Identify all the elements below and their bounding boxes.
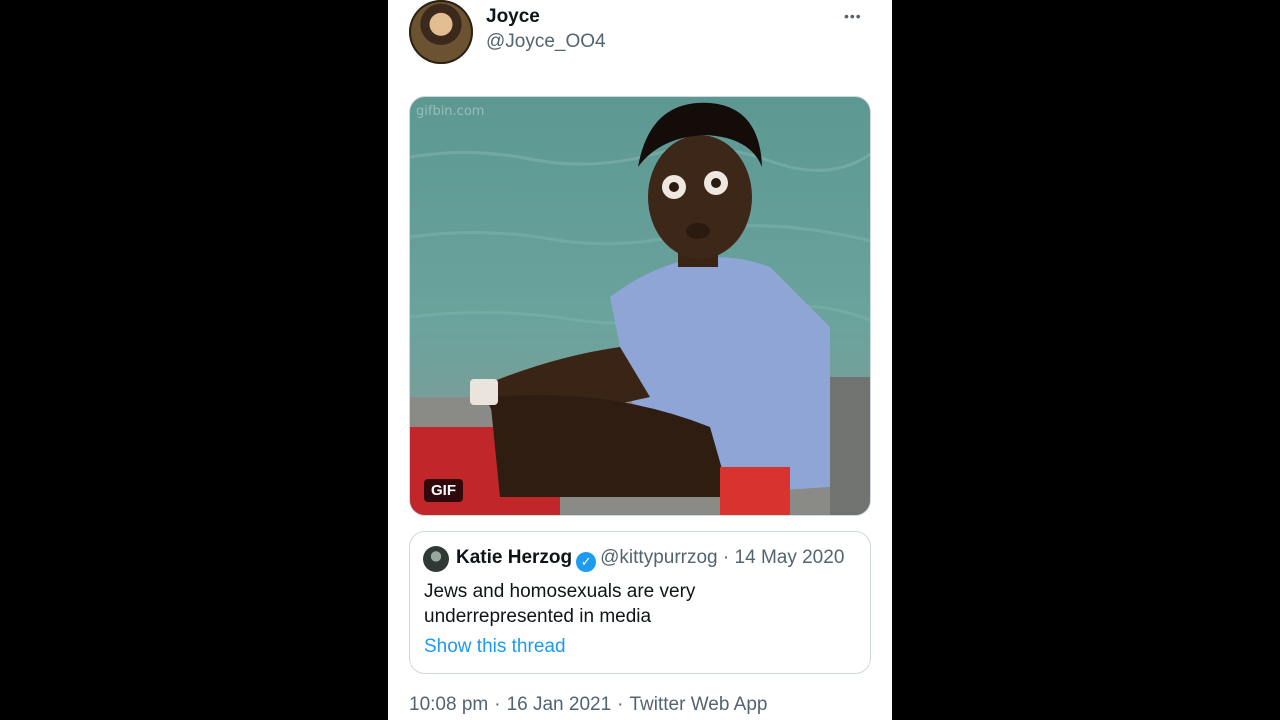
- more-options-icon[interactable]: •••: [844, 8, 862, 24]
- quoted-author-avatar[interactable]: [423, 546, 449, 572]
- tweet-date[interactable]: 16 Jan 2021: [507, 694, 612, 715]
- tweet-metadata: 10:08 pm · 16 Jan 2021 · Twitter Web App: [409, 694, 767, 716]
- gif-badge: GIF: [424, 479, 463, 502]
- tweet-card: Joyce @Joyce_OO4 ••• gifbin.com GIF Kati…: [388, 0, 892, 720]
- quoted-separator: ·: [722, 547, 730, 568]
- quoted-tweet[interactable]: Katie Herzog ✓ @kittypurrzog · 14 May 2020…: [409, 531, 871, 674]
- meta-separator: ·: [494, 694, 501, 715]
- watermark: gifbin.com: [416, 104, 484, 119]
- author-name[interactable]: Joyce: [486, 6, 540, 28]
- quoted-author-name[interactable]: Katie Herzog: [456, 547, 572, 568]
- quoted-author-handle[interactable]: @kittypurrzog: [600, 547, 718, 568]
- meta-separator: ·: [617, 694, 624, 715]
- quoted-date[interactable]: 14 May 2020: [735, 547, 845, 568]
- quoted-text: Jews and homosexuals are very underrepre…: [424, 581, 696, 627]
- author-handle[interactable]: @Joyce_OO4: [486, 31, 606, 53]
- author-avatar[interactable]: [409, 0, 473, 64]
- quoted-header: Katie Herzog ✓ @kittypurrzog · 14 May 2020: [456, 547, 844, 572]
- gif-media[interactable]: gifbin.com GIF: [409, 96, 871, 516]
- tweet-source[interactable]: Twitter Web App: [629, 694, 767, 715]
- gif-frame-illustration: gifbin.com: [410, 102, 870, 515]
- verified-badge-icon: ✓: [576, 552, 597, 572]
- tweet-time[interactable]: 10:08 pm: [409, 694, 488, 715]
- show-thread-link[interactable]: Show this thread: [424, 636, 566, 658]
